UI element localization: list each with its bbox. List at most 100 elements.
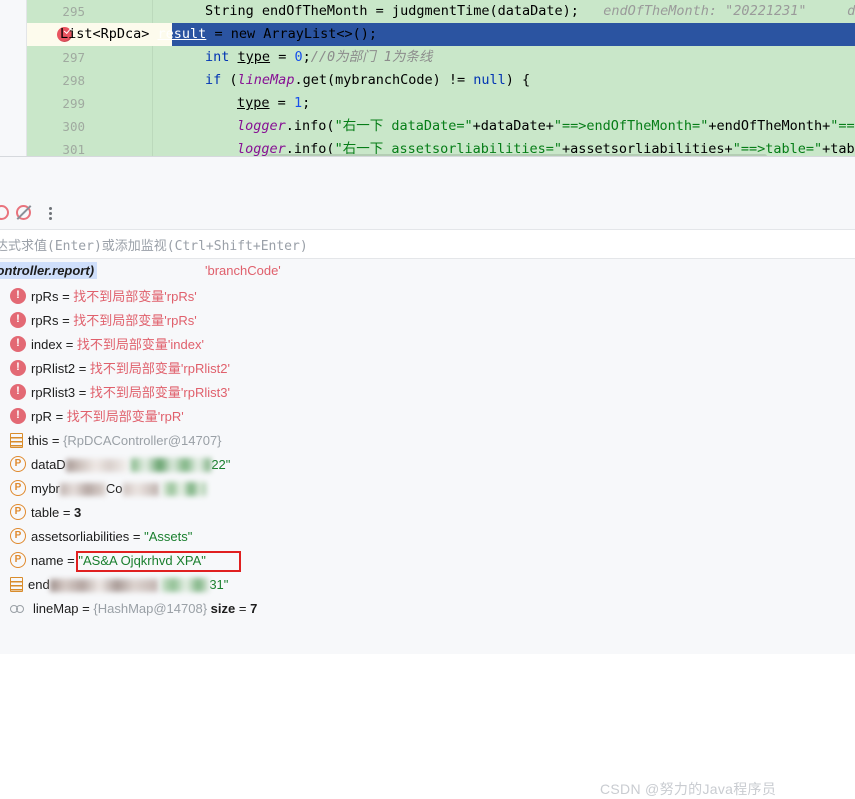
- equals-sign: =: [132, 529, 141, 544]
- collection-size-label: size: [210, 601, 236, 616]
- variable-row-redacted[interactable]: mybr Co: [0, 477, 855, 501]
- variable-value: 找不到局部变量'rpRlist2': [89, 361, 230, 376]
- variable-value: 找不到局部变量'rpRs': [73, 313, 197, 328]
- equals-sign: =: [51, 433, 60, 448]
- error-icon: [10, 312, 26, 328]
- variable-row[interactable]: rpRlist2 = 找不到局部变量'rpRlist2': [0, 357, 855, 381]
- variable-row[interactable]: rpRs = 找不到局部变量'rpRs': [0, 285, 855, 309]
- more-options-icon[interactable]: [44, 204, 58, 222]
- line-number: 297: [62, 50, 85, 65]
- parameter-icon: [10, 552, 26, 568]
- variable-name-cont: Co: [105, 481, 123, 496]
- fold-column: [152, 0, 153, 23]
- code-line[interactable]: 295 String endOfTheMonth = judgmentTime(…: [27, 0, 855, 23]
- variable-row[interactable]: index = 找不到局部变量'index': [0, 333, 855, 357]
- equals-sign: =: [55, 409, 64, 424]
- variable-row[interactable]: assetsorliabilities = "Assets": [0, 525, 855, 549]
- line-number: 301: [62, 142, 85, 157]
- context-row[interactable]: (com.boc.web.controller.report) 'branchC…: [0, 259, 855, 282]
- code-line[interactable]: 300 logger.info("右一下 dataDate="+dataDate…: [27, 115, 855, 138]
- context-class-package: (com.boc.web.controller.report): [0, 262, 98, 279]
- variable-value: 22": [211, 457, 231, 472]
- code-line-current[interactable]: List<RpDca> result = new ArrayList<>();: [27, 23, 855, 46]
- variable-row-linemap[interactable]: lineMap = {HashMap@14708} size = 7: [0, 597, 855, 621]
- redacted-name-blur: [49, 579, 158, 592]
- circle-shape: [16, 605, 24, 613]
- object-icon: [10, 577, 23, 592]
- mute-breakpoints-icon[interactable]: [0, 204, 12, 222]
- variable-name: rpRlist3: [31, 385, 76, 400]
- inline-debug-hint: endOfTheMonth: "20221231": [603, 3, 807, 19]
- equals-sign: =: [67, 553, 75, 568]
- equals-sign: =: [65, 337, 74, 352]
- redacted-name-blur: [59, 483, 106, 496]
- parameter-icon: [10, 504, 26, 520]
- code-line-text: type = 1;: [237, 95, 311, 111]
- variable-name: rpRs: [31, 313, 59, 328]
- line-number: 295: [62, 4, 85, 19]
- error-icon: [10, 336, 26, 352]
- variable-name: end: [28, 577, 50, 592]
- dot-shape: [49, 207, 52, 210]
- variables-list[interactable]: rpRs = 找不到局部变量'rpRs' rpRs = 找不到局部变量'rpRs…: [0, 285, 855, 655]
- code-line-text: if (lineMap.get(mybranchCode) != null) {: [205, 72, 531, 88]
- variable-name: rpRlist2: [31, 361, 76, 376]
- variable-value: 找不到局部变量'rpRs': [73, 289, 197, 304]
- line-number: 298: [62, 73, 85, 88]
- code-scroll-area[interactable]: 295 String endOfTheMonth = judgmentTime(…: [27, 0, 855, 157]
- redacted-value-blur: [162, 482, 207, 496]
- line-number: 299: [62, 96, 85, 111]
- variable-name: name: [31, 553, 64, 568]
- variable-value: 找不到局部变量'index': [76, 337, 204, 352]
- breakpoint-ring-shape: [0, 205, 9, 220]
- error-icon: [10, 360, 26, 376]
- code-line[interactable]: 297 int type = 0;//0为部门 1为条线: [27, 46, 855, 69]
- context-expression: 'branchCode': [205, 263, 281, 278]
- equals-sign: =: [62, 289, 70, 304]
- variable-name: mybr: [31, 481, 60, 496]
- line-number: 300: [62, 119, 85, 134]
- view-breakpoints-icon[interactable]: [16, 204, 34, 222]
- variable-value: {RpDCAController@14707}: [63, 433, 222, 448]
- watermark-text: CSDN @努力的Java程序员: [600, 781, 777, 797]
- variable-value: 3: [74, 505, 82, 520]
- collection-size-value: 7: [250, 601, 258, 616]
- equals-sign: =: [62, 505, 71, 520]
- fold-column: [152, 138, 153, 157]
- parameter-icon: [10, 480, 26, 496]
- code-line[interactable]: 299 type = 1;: [27, 92, 855, 115]
- evaluate-expression-placeholder: 表达式求值(Enter)或添加监视(Ctrl+Shift+Enter): [0, 239, 308, 254]
- code-line[interactable]: 298 if (lineMap.get(mybranchCode) != nul…: [27, 69, 855, 92]
- code-line[interactable]: 301 logger.info("右一下 assetsorliabilities…: [27, 138, 855, 157]
- object-icon: [10, 433, 23, 448]
- error-icon: [10, 408, 26, 424]
- dot-shape: [49, 217, 52, 220]
- code-line-text: String endOfTheMonth = judgmentTime(data…: [205, 0, 855, 23]
- variable-value: "Assets": [144, 529, 193, 544]
- code-editor-pane[interactable]: 295 String endOfTheMonth = judgmentTime(…: [0, 0, 855, 157]
- variable-row[interactable]: rpRlist3 = 找不到局部变量'rpRlist3': [0, 381, 855, 405]
- dot-shape: [49, 212, 52, 215]
- fold-column: [152, 92, 153, 115]
- variable-row-redacted[interactable]: dataD 22": [0, 453, 855, 477]
- variable-name: rpRs: [31, 289, 59, 304]
- variable-name: dataD: [31, 457, 66, 472]
- variable-value: 找不到局部变量'rpR': [66, 409, 184, 424]
- inline-debug-hint-2: dat: [847, 3, 855, 19]
- variable-row-name-highlighted[interactable]: name = "AS&A Ojqkrhvd XPA": [0, 549, 855, 573]
- variable-name: lineMap: [33, 601, 79, 616]
- variable-row[interactable]: rpR = 找不到局部变量'rpR': [0, 405, 855, 429]
- code-line-text: logger.info("右一下 dataDate="+dataDate+"==…: [237, 118, 855, 134]
- code-line-text: int type = 0;//0为部门 1为条线: [205, 49, 433, 65]
- parameter-icon: [10, 528, 26, 544]
- redacted-value-blur: [131, 458, 212, 472]
- variable-name: assetsorliabilities: [31, 529, 130, 544]
- variable-row[interactable]: rpRs = 找不到局部变量'rpRs': [0, 309, 855, 333]
- variable-row-redacted[interactable]: end 31": [0, 573, 855, 597]
- variable-row[interactable]: table = 3: [0, 501, 855, 525]
- debugger-toolbar: [0, 199, 855, 229]
- variable-value: {HashMap@14708}: [93, 601, 208, 616]
- variable-value: 31": [209, 577, 229, 592]
- evaluate-expression-row[interactable]: 表达式求值(Enter)或添加监视(Ctrl+Shift+Enter): [0, 230, 855, 258]
- variable-row-this[interactable]: this = {RpDCAController@14707}: [0, 429, 855, 453]
